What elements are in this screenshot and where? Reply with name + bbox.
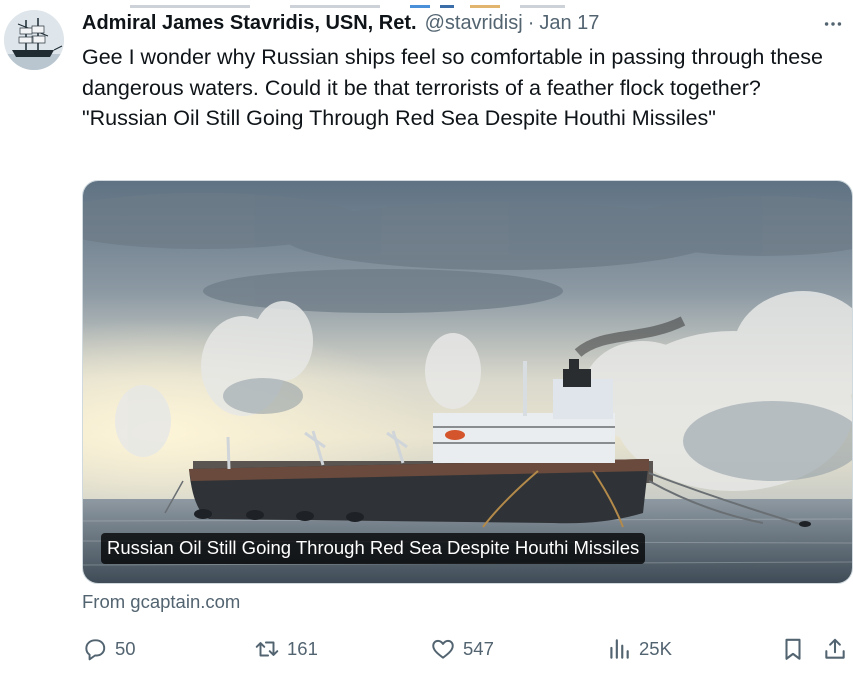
sailing-ship-icon: [4, 10, 64, 70]
tweet-date[interactable]: Jan 17: [539, 12, 599, 35]
link-card[interactable]: Russian Oil Still Going Through Red Sea …: [82, 180, 853, 584]
more-options-button[interactable]: [819, 12, 847, 36]
like-count: 547: [463, 638, 494, 659]
tweet-text: Gee I wonder why Russian ships feel so c…: [82, 45, 823, 130]
bookmark-icon: [785, 638, 801, 660]
tweet-header: Admiral James Stavridis, USN, Ret. @stav…: [82, 12, 599, 38]
share-button[interactable]: [822, 632, 848, 666]
cut-off-text-row: [130, 5, 565, 8]
views-count: 25K: [639, 638, 672, 659]
previous-tweet-cutoff: [0, 0, 853, 8]
oil-tanker-photo: [83, 181, 852, 583]
author-display-name[interactable]: Admiral James Stavridis, USN, Ret.: [82, 12, 417, 35]
card-source[interactable]: From gcaptain.com: [82, 591, 240, 613]
more-dots-icon: [824, 22, 842, 26]
repost-count: 161: [287, 638, 318, 659]
reply-icon: [85, 639, 106, 661]
tweet-actions: 50 161 547 25K: [82, 632, 853, 666]
bookmark-button[interactable]: [780, 632, 806, 666]
views-chart-icon: [610, 639, 629, 659]
reply-button[interactable]: 50: [82, 632, 136, 666]
share-icon: [825, 638, 845, 659]
card-caption: Russian Oil Still Going Through Red Sea …: [101, 533, 646, 564]
author-handle[interactable]: @stavridisj: [425, 12, 523, 35]
heart-icon: [432, 639, 454, 659]
repost-button[interactable]: 161: [254, 632, 318, 666]
author-avatar[interactable]: [4, 10, 64, 70]
like-button[interactable]: 547: [430, 632, 494, 666]
repost-icon: [255, 641, 279, 657]
header-separator: ·: [527, 12, 535, 34]
reply-count: 50: [115, 638, 136, 659]
views-button[interactable]: 25K: [606, 632, 672, 666]
